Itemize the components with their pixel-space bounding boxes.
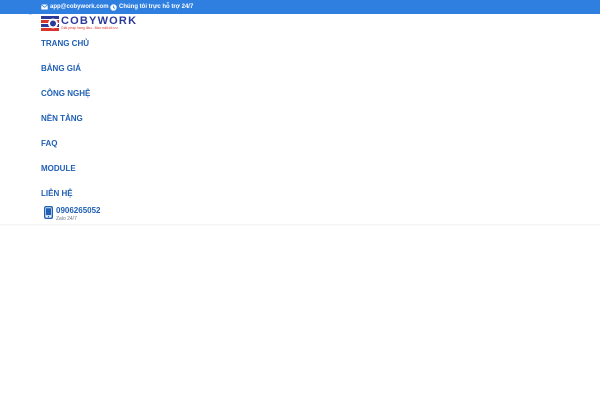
nav-item-platform[interactable]: NỀN TẢNG [41,114,83,123]
topbar-support-text: Chúng tôi trực hỗ trợ 24/7 [119,4,194,10]
nav-item-contact[interactable]: LIÊN HỆ [41,189,73,198]
nav-item-home[interactable]: TRANG CHỦ [41,39,89,48]
nav-item-module[interactable]: MODULE [41,164,76,173]
clock-icon [110,3,117,11]
envelope-icon [41,4,48,10]
phone-contact[interactable]: 0906265052 Zalo 24/7 [44,205,164,223]
topbar-email[interactable]: app@cobywork.com [41,2,109,12]
top-bar: app@cobywork.com Chúng tôi trực hỗ trợ 2… [0,0,600,14]
corner-arc-decoration [0,0,32,15]
phone-subtext: Zalo 24/7 [56,216,77,222]
phone-number: 0906265052 [56,206,101,215]
logo-mark-icon [41,16,59,31]
topbar-email-text: app@cobywork.com [50,4,109,10]
mobile-phone-icon [44,206,53,219]
nav-item-pricing[interactable]: BẢNG GIÁ [41,64,81,73]
nav-item-faq[interactable]: FAQ [41,139,57,148]
header-divider [0,224,600,226]
site-logo[interactable]: COBYWORK Giải pháp hàng đầu - Bảo mật tố… [41,15,136,33]
nav-item-technology[interactable]: CÔNG NGHỆ [41,89,90,98]
logo-tagline: Giải pháp hàng đầu - Bảo mật tối ưu [61,26,118,30]
topbar-support: Chúng tôi trực hỗ trợ 24/7 [110,2,193,12]
